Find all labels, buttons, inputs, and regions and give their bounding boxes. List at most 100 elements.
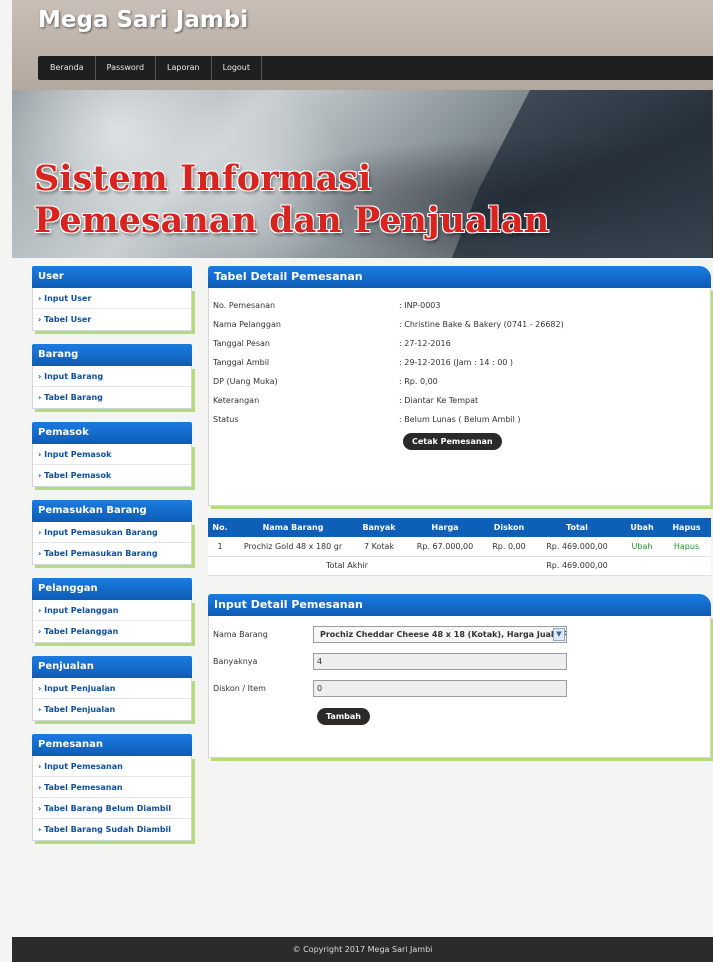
sidebar-section-pemasukan-barang: Pemasukan Barang › Input Pemasukan Baran… xyxy=(32,500,192,565)
banyak-input[interactable]: 4 xyxy=(313,652,567,670)
cetak-pemesanan-button[interactable]: Cetak Pemesanan xyxy=(403,433,502,450)
hapus-link[interactable]: Hapus xyxy=(662,537,711,557)
sidebar-menu: › Input User › Tabel User xyxy=(32,288,192,331)
sidebar-item-label: Input Pemesanan xyxy=(44,762,123,771)
print-row: Cetak Pemesanan xyxy=(209,433,710,450)
barang-label: Nama Barang xyxy=(213,629,268,639)
barang-select[interactable]: Prochiz Cheddar Cheese 48 x 18 (Kotak), … xyxy=(313,625,567,643)
nav-laporan[interactable]: Laporan xyxy=(156,56,212,80)
sidebar-item-label: Tabel Pemasukan Barang xyxy=(44,549,158,558)
sidebar-item-input-penjualan[interactable]: › Input Penjualan xyxy=(33,678,191,699)
info-value: : INP-0003 xyxy=(399,301,441,310)
sidebar-item-tabel-barang-sudah-diambil[interactable]: › Tabel Barang Sudah Diambil xyxy=(33,819,191,840)
form-row: Banyaknya 4 xyxy=(209,648,710,675)
sidebar-item-input-pemasok[interactable]: › Input Pemasok xyxy=(33,444,191,465)
sidebar-item-label: Tabel Pemasok xyxy=(44,471,112,480)
sidebar-item-tabel-user[interactable]: › Tabel User xyxy=(33,309,191,330)
ubah-link[interactable]: Ubah xyxy=(622,537,662,557)
sidebar-section-user: User › Input User › Tabel User xyxy=(32,266,192,331)
total-value: Rp. 469.000,00 xyxy=(532,556,622,576)
sidebar-section-barang: Barang › Input Barang › Tabel Barang xyxy=(32,344,192,409)
main-content: Tabel Detail Pemesanan No. Pemesanan : IN… xyxy=(208,266,711,758)
sidebar-item-tabel-barang-belum-diambil[interactable]: › Tabel Barang Belum Diambil xyxy=(33,798,191,819)
cell-total: Rp. 469.000,00 xyxy=(532,537,622,557)
sidebar-menu: › Input Pemasok › Tabel Pemasok xyxy=(32,444,192,487)
sidebar-item-label: Tabel Pelanggan xyxy=(44,627,119,636)
col-header: Harga xyxy=(404,518,486,537)
cell-nama-barang: Prochiz Gold 48 x 180 gr xyxy=(232,537,354,557)
info-value: : 29-12-2016 (Jam : 14 : 00 ) xyxy=(399,358,514,367)
tambah-button[interactable]: Tambah xyxy=(317,707,370,725)
sidebar-section-pemesanan: Pemesanan › Input Pemesanan › Tabel Peme… xyxy=(32,734,192,841)
info-value: : Belum Lunas ( Belum Ambil ) xyxy=(399,415,521,424)
sidebar-item-tabel-pelanggan[interactable]: › Tabel Pelanggan xyxy=(33,621,191,642)
info-value: : Diantar Ke Tempat xyxy=(399,396,479,405)
sidebar-item-label: Tabel Pemesanan xyxy=(44,783,123,792)
sidebar-item-input-pemesanan[interactable]: › Input Pemesanan xyxy=(33,756,191,777)
total-row: Total Akhir Rp. 469.000,00 xyxy=(208,556,711,576)
sidebar-section-pemasok: Pemasok › Input Pemasok › Tabel Pemasok xyxy=(32,422,192,487)
info-label: Tanggal Ambil xyxy=(213,358,270,367)
table-header: No. Nama Barang Banyak Harga Diskon Tota… xyxy=(208,518,711,537)
info-value: : Christine Bake & Bakery (0741 - 26682) xyxy=(399,320,564,329)
banyak-label: Banyaknya xyxy=(213,656,258,666)
sidebar-item-input-pelanggan[interactable]: › Input Pelanggan xyxy=(33,600,191,621)
chevron-down-icon[interactable]: ▼ xyxy=(553,627,565,641)
sidebar-heading: Pemesanan xyxy=(32,734,192,756)
diskon-input[interactable]: 0 xyxy=(313,679,567,697)
cell-harga: Rp. 67.000,00 xyxy=(404,537,486,557)
total-spacer xyxy=(486,556,532,576)
header: Mega Sari Jambi Beranda Password Laporan… xyxy=(12,0,713,90)
sidebar-item-label: Input Pemasok xyxy=(44,450,112,459)
form-section: Input Detail Pemesanan Nama Barang Proch… xyxy=(208,593,711,758)
sidebar-section-pelanggan: Pelanggan › Input Pelanggan › Tabel Pela… xyxy=(32,578,192,643)
submit-row: Tambah xyxy=(209,707,710,725)
table-row: 1 Prochiz Gold 48 x 180 gr 7 Kotak Rp. 6… xyxy=(208,537,711,557)
banner-title-line2: Pemesanan dan Penjualan xyxy=(34,200,550,241)
detail-panel-title: Tabel Detail Pemesanan xyxy=(208,266,711,288)
info-row: Keterangan: Diantar Ke Tempat xyxy=(209,391,710,410)
info-label: No. Pemesanan xyxy=(213,301,276,310)
sidebar-heading: Pemasukan Barang xyxy=(32,500,192,522)
sidebar-item-tabel-penjualan[interactable]: › Tabel Penjualan xyxy=(33,699,191,720)
col-header: Diskon xyxy=(486,518,532,537)
col-header: Ubah xyxy=(622,518,662,537)
cell-diskon: Rp. 0,00 xyxy=(486,537,532,557)
barang-select-value: Prochiz Cheddar Cheese 48 x 18 (Kotak), … xyxy=(320,629,567,639)
page-frame: Mega Sari Jambi Beranda Password Laporan… xyxy=(0,0,713,962)
info-row: No. Pemesanan : INP-0003 xyxy=(209,296,710,315)
info-label: Status xyxy=(213,415,239,424)
sidebar-menu: › Input Pelanggan › Tabel Pelanggan xyxy=(32,600,192,643)
footer: © Copyright 2017 Mega Sari Jambi xyxy=(12,937,713,962)
info-label: Tanggal Pesan xyxy=(213,339,270,348)
diskon-label: Diskon / Item xyxy=(213,683,266,693)
cell-banyak: 7 Kotak xyxy=(354,537,404,557)
form-row: Diskon / Item 0 xyxy=(209,675,710,702)
banner-title-line1: Sistem Informasi xyxy=(34,158,372,199)
sidebar-item-input-user[interactable]: › Input User xyxy=(33,288,191,309)
sidebar-item-input-barang[interactable]: › Input Barang xyxy=(33,366,191,387)
sidebar-item-tabel-pemesanan[interactable]: › Tabel Pemesanan xyxy=(33,777,191,798)
sidebar-item-input-pemasukan-barang[interactable]: › Input Pemasukan Barang xyxy=(33,522,191,543)
nav-beranda[interactable]: Beranda xyxy=(38,56,96,80)
sidebar-item-tabel-pemasukan-barang[interactable]: › Tabel Pemasukan Barang xyxy=(33,543,191,564)
sidebar-menu: › Input Penjualan › Tabel Penjualan xyxy=(32,678,192,721)
sidebar-item-tabel-barang[interactable]: › Tabel Barang xyxy=(33,387,191,408)
info-value: : 27-12-2016 xyxy=(399,339,451,348)
site-title: Mega Sari Jambi xyxy=(38,7,249,33)
main-nav: Beranda Password Laporan Logout xyxy=(38,56,713,80)
nav-logout[interactable]: Logout xyxy=(212,56,263,80)
sidebar-item-label: Input Barang xyxy=(44,372,104,381)
nav-password[interactable]: Password xyxy=(96,56,157,80)
sidebar-item-label: Tabel Barang xyxy=(44,393,103,402)
sidebar-item-label: Input User xyxy=(44,294,92,303)
sidebar-menu: › Input Pemesanan › Tabel Pemesanan › Ta… xyxy=(32,756,192,841)
col-header: No. xyxy=(208,518,232,537)
detail-table: No. Nama Barang Banyak Harga Diskon Tota… xyxy=(208,518,711,576)
sidebar-heading: User xyxy=(32,266,192,288)
sidebar-item-label: Input Pelanggan xyxy=(44,606,119,615)
total-label: Total Akhir xyxy=(208,556,486,576)
sidebar-heading: Pemasok xyxy=(32,422,192,444)
sidebar-heading: Penjualan xyxy=(32,656,192,678)
sidebar-item-tabel-pemasok[interactable]: › Tabel Pemasok xyxy=(33,465,191,486)
